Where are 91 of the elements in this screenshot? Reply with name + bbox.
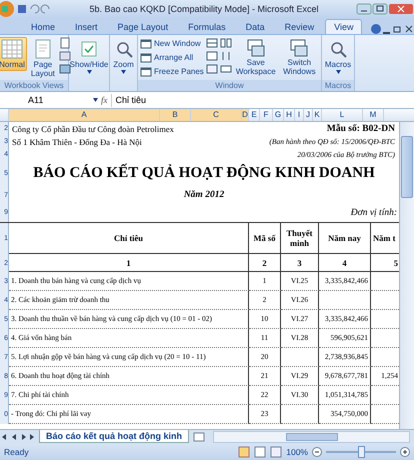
- window-icon: [140, 52, 152, 64]
- table-cell: [281, 348, 319, 367]
- group-label: Workbook Views: [0, 80, 68, 91]
- group-label: Macros: [322, 80, 354, 91]
- caret-icon: [86, 70, 92, 74]
- zoom-slider-thumb[interactable]: [358, 446, 365, 458]
- ribbon-button[interactable]: Show/Hide: [68, 37, 110, 76]
- sheet-text: Công ty Cổ phần Đầu tư Công đoàn Petrolimex: [11, 124, 175, 134]
- table-cell: [281, 405, 319, 424]
- insert-sheet-icon: [192, 432, 206, 442]
- ribbon-tab[interactable]: View: [325, 19, 362, 34]
- window-icon: [140, 66, 152, 78]
- normal-view-icon: [238, 446, 250, 458]
- close-icon: [404, 24, 414, 34]
- ribbon-button[interactable]: Zoom: [111, 37, 136, 76]
- minimize-icon: [383, 32, 390, 34]
- window-command-button[interactable]: New Window: [140, 37, 204, 50]
- function-label[interactable]: fx: [101, 95, 108, 105]
- column-index: 3: [281, 254, 319, 272]
- column-header[interactable]: G: [273, 109, 284, 121]
- column-header[interactable]: E: [249, 109, 260, 121]
- grid-sheet-icon: [0, 39, 23, 59]
- view-mode-button[interactable]: Normal: [0, 37, 27, 71]
- redo-icon: [40, 3, 52, 15]
- view-mode-button[interactable]: Page Layout: [28, 37, 57, 80]
- caret-icon: [121, 70, 126, 74]
- column-heading: Năm nay: [319, 223, 371, 254]
- zoom-in-icon: [400, 446, 410, 456]
- status-text: Ready: [4, 446, 29, 456]
- ribbon-tab[interactable]: Page Layout: [108, 19, 178, 34]
- ribbon-tab[interactable]: Home: [22, 19, 64, 34]
- column-index: 1: [9, 254, 249, 272]
- caret-icon: [336, 70, 340, 74]
- column-index: 2: [249, 254, 281, 272]
- column-header[interactable]: C: [191, 109, 242, 121]
- maximize-icon: [372, 3, 388, 15]
- group-label: Window: [138, 80, 321, 91]
- side-by-side-icon: [220, 37, 232, 49]
- vertical-scrollbar[interactable]: [399, 122, 414, 429]
- column-index: 4: [319, 254, 371, 272]
- column-header[interactable]: H: [284, 109, 295, 121]
- full-screen-icon: [58, 63, 71, 75]
- column-header[interactable]: A: [9, 109, 160, 121]
- sheet-tab[interactable]: Báo cáo kết quả hoạt động kinh: [39, 430, 190, 443]
- report-title: BÁO CÁO KẾT QUẢ HOẠT ĐỘNG KINH DOANH: [32, 165, 376, 182]
- ribbon-tab[interactable]: Insert: [66, 19, 107, 34]
- split-icon: [206, 37, 218, 49]
- checkbox-list-icon: [79, 39, 99, 59]
- ribbon-button[interactable]: Save Workspace: [234, 37, 278, 78]
- column-header[interactable]: B: [160, 109, 191, 121]
- ribbon-tab[interactable]: Formulas: [179, 19, 235, 34]
- column-header[interactable]: F: [260, 109, 273, 121]
- office-button-icon: [0, 1, 16, 17]
- sheet-navigation-icon: [0, 432, 36, 440]
- undo-icon: [28, 3, 40, 15]
- ribbon-tab[interactable]: Review: [276, 19, 324, 34]
- windows-icon: [246, 39, 266, 57]
- report-year: Năm 2012: [182, 190, 226, 200]
- window-title: 5b. Bao cao KQKD [Compatibility Mode] - Microsoft Excel: [88, 4, 320, 14]
- page-icon: [32, 39, 53, 59]
- horizontal-scrollbar[interactable]: [213, 430, 410, 442]
- column-header[interactable]: K: [313, 109, 322, 121]
- page-layout-view-icon: [254, 446, 266, 458]
- minimize-icon: [356, 3, 372, 15]
- ribbon-button[interactable]: Switch Windows: [280, 37, 319, 78]
- restore-icon: [392, 24, 402, 34]
- formula-field[interactable]: Chỉ tiêu: [110, 94, 414, 106]
- column-header[interactable]: M: [363, 109, 384, 121]
- page-break-view-icon: [270, 446, 282, 458]
- sheet-text: Số 1 Khâm Thiên - Đống Đa - Hà Nội: [11, 136, 143, 146]
- window-command-button[interactable]: Arrange All: [140, 51, 204, 64]
- unit-label: Đơn vị tính:: [350, 208, 398, 218]
- sheet-text: Mẫu số: B02-DN: [326, 124, 396, 134]
- column-header[interactable]: D: [242, 109, 249, 121]
- column-heading: Mã số: [249, 223, 281, 254]
- column-heading: Chỉ tiêu: [9, 223, 249, 254]
- column-header[interactable]: L: [322, 109, 363, 121]
- window-icon: [140, 38, 152, 50]
- column-heading: Thuyết minh: [281, 223, 319, 254]
- windows-icon: [289, 39, 310, 57]
- ribbon-button[interactable]: Macros: [322, 37, 354, 76]
- save-icon: [16, 3, 28, 15]
- column-header[interactable]: J: [304, 109, 313, 121]
- column-header[interactable]: I: [295, 109, 304, 121]
- zoom-percent[interactable]: 100%: [286, 446, 308, 456]
- close-icon: [388, 3, 414, 15]
- table-cell: [319, 291, 371, 310]
- caret-icon: [93, 98, 98, 102]
- window-command-button[interactable]: Freeze Panes: [140, 65, 204, 78]
- zoom-out-icon: [312, 446, 322, 456]
- ribbon-tab[interactable]: Data: [236, 19, 274, 34]
